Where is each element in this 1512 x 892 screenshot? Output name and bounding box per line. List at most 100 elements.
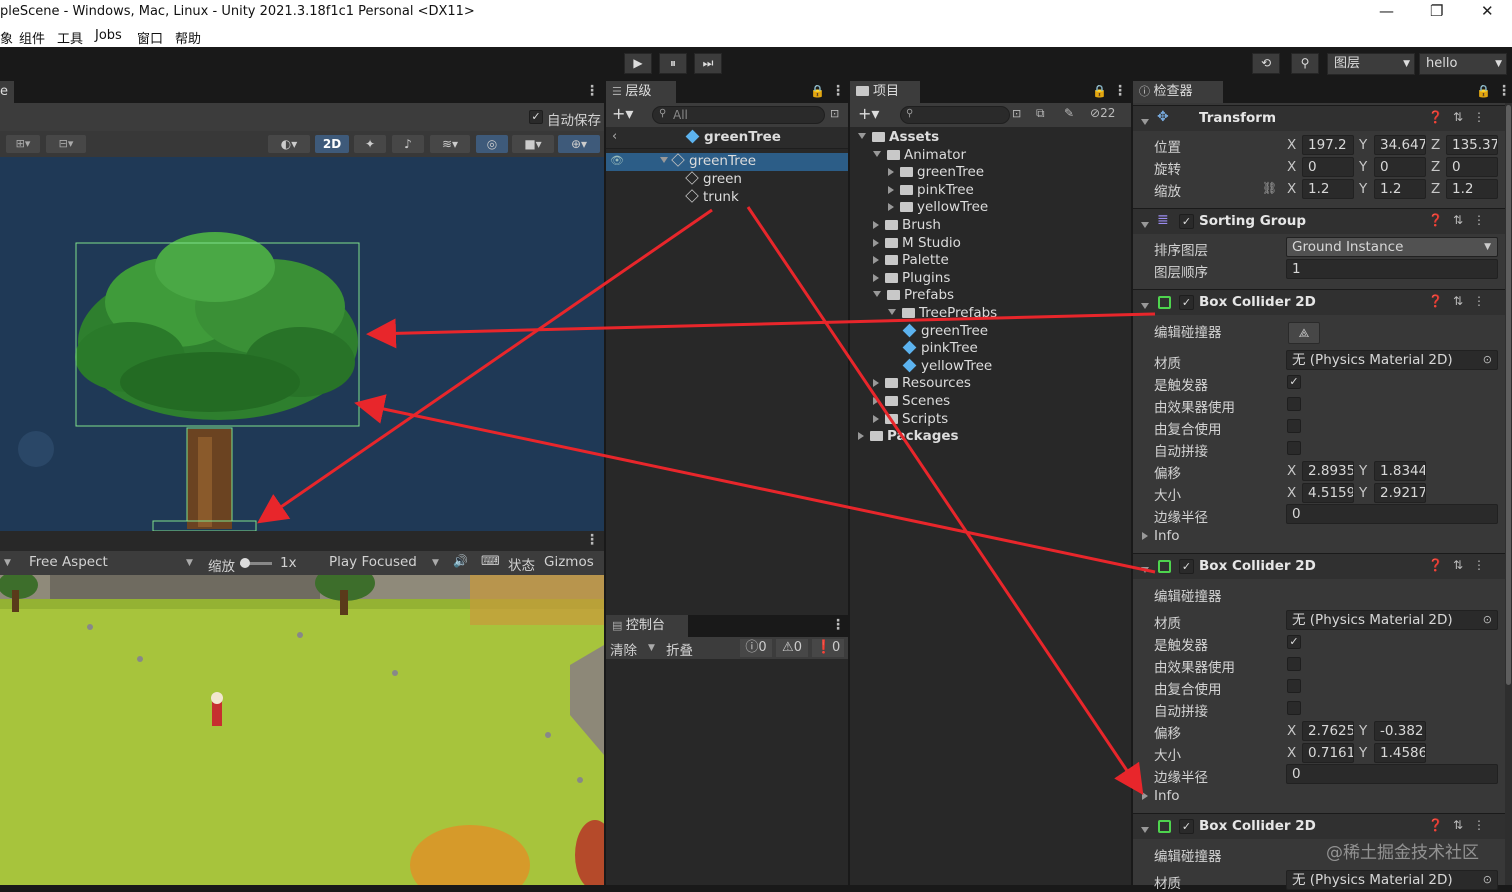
project-item[interactable]: Resources: [873, 375, 971, 391]
warning-filter[interactable]: ⚠0: [776, 639, 808, 657]
collapsed-icon[interactable]: [873, 256, 879, 265]
trigger-checkbox[interactable]: ✓: [1287, 635, 1301, 649]
tiling-checkbox[interactable]: [1287, 441, 1301, 455]
eye-icon[interactable]: 👁: [610, 154, 624, 167]
restore-icon[interactable]: ❐: [1430, 2, 1443, 20]
material-field[interactable]: 无 (Physics Material 2D) ⊙: [1286, 610, 1498, 630]
effector-checkbox[interactable]: [1287, 657, 1301, 671]
game-viewport[interactable]: [0, 575, 604, 885]
hierarchy-item-trunk[interactable]: trunk: [685, 189, 739, 205]
transform-header[interactable]: ✥ Transform ❓⇅⋮: [1133, 105, 1505, 131]
aspect-dropdown[interactable]: Free Aspect: [29, 554, 108, 570]
enabled-checkbox[interactable]: ✓: [1179, 295, 1194, 310]
tab-project[interactable]: 项目: [850, 81, 920, 103]
scene-viewport[interactable]: [0, 157, 604, 531]
project-item[interactable]: greenTree: [902, 323, 988, 339]
speaker-icon[interactable]: 🔊: [453, 554, 468, 568]
project-item[interactable]: Plugins: [873, 270, 950, 286]
expanded-icon[interactable]: [888, 309, 896, 315]
effects-icon[interactable]: ≋▾: [430, 135, 470, 153]
more-icon[interactable]: ⋮: [585, 83, 599, 99]
hierarchy-search-input[interactable]: ⚲ All: [652, 106, 825, 124]
chevron-down-icon[interactable]: ▼: [648, 643, 655, 653]
layers-dropdown[interactable]: 图层 ▼: [1327, 53, 1415, 75]
fold-icon[interactable]: [1141, 300, 1155, 315]
expanded-icon[interactable]: [873, 291, 881, 298]
error-filter[interactable]: ❗0: [812, 639, 844, 657]
sorting-group-header[interactable]: ≣ ✓ Sorting Group ❓⇅⋮: [1133, 208, 1505, 234]
rotation-y-field[interactable]: 0: [1374, 157, 1426, 177]
fold-icon[interactable]: [1141, 824, 1155, 839]
gizmos-button[interactable]: Gizmos: [544, 554, 594, 570]
tiling-checkbox[interactable]: [1287, 701, 1301, 715]
grid-icon[interactable]: ⊟▾: [46, 135, 86, 153]
more-icon[interactable]: ⋮: [831, 617, 845, 633]
lock-icon[interactable]: 🔒: [810, 84, 825, 98]
component-icons[interactable]: ❓⇅⋮: [1428, 818, 1495, 832]
sorting-layer-dropdown[interactable]: Ground Instance ▼: [1286, 237, 1498, 257]
play-button[interactable]: ▶: [624, 53, 652, 74]
offset-x-field[interactable]: 2.7625: [1302, 721, 1354, 741]
gizmos-icon[interactable]: ⊕▾: [558, 135, 600, 153]
link-icon[interactable]: ⛓: [1262, 181, 1277, 195]
mode-2d-button[interactable]: 2D: [315, 135, 349, 153]
search-mode-icon[interactable]: ⊡: [1012, 107, 1021, 120]
close-icon[interactable]: ✕: [1481, 2, 1494, 20]
tab-console[interactable]: ▤ 控制台: [606, 615, 688, 637]
collapsed-icon[interactable]: [873, 238, 879, 247]
component-icons[interactable]: ❓⇅⋮: [1428, 110, 1495, 124]
expanded-icon[interactable]: [858, 133, 866, 139]
menu-tools[interactable]: 工具: [57, 28, 83, 47]
project-item[interactable]: TreePrefabs: [888, 305, 997, 321]
expanded-icon[interactable]: [873, 150, 881, 157]
search-icon[interactable]: ⚲: [1291, 53, 1319, 74]
more-icon[interactable]: ⋮: [1497, 83, 1511, 99]
shading-mode-icon[interactable]: ◐▾: [268, 135, 310, 153]
menu-assets[interactable]: 象: [0, 28, 13, 47]
size-x-field[interactable]: 0.7161: [1302, 743, 1354, 763]
rotation-z-field[interactable]: 0: [1446, 157, 1498, 177]
more-icon[interactable]: ⋮: [585, 532, 599, 548]
collapsed-icon[interactable]: [873, 221, 879, 229]
object-picker-icon[interactable]: ⊙: [1483, 871, 1492, 889]
tab-hierarchy[interactable]: ☰ 层级: [606, 81, 676, 103]
project-item[interactable]: pinkTree: [902, 340, 978, 356]
position-z-field[interactable]: 135.37: [1446, 135, 1498, 155]
pause-button[interactable]: ⏸: [659, 53, 687, 74]
add-button[interactable]: +▾: [612, 104, 633, 123]
scale-z-field[interactable]: 1.2: [1446, 179, 1498, 199]
layout-dropdown[interactable]: hello ▼: [1419, 53, 1507, 75]
project-item[interactable]: Brush: [873, 217, 941, 233]
grid-snap-icon[interactable]: ⊞▾: [6, 135, 40, 153]
hierarchy-row-selected[interactable]: 👁 greenTree: [606, 153, 848, 171]
offset-x-field[interactable]: 2.8935: [1302, 461, 1354, 481]
enabled-checkbox[interactable]: ✓: [1179, 559, 1194, 574]
collapsed-icon[interactable]: [888, 203, 894, 212]
back-icon[interactable]: ‹: [612, 129, 617, 144]
collapsed-icon[interactable]: [888, 168, 894, 177]
size-x-field[interactable]: 4.5159: [1302, 483, 1354, 503]
menu-component[interactable]: 组件: [19, 28, 45, 47]
chevron-down-icon[interactable]: ▼: [4, 558, 11, 568]
rotation-x-field[interactable]: 0: [1302, 157, 1354, 177]
trigger-checkbox[interactable]: ✓: [1287, 375, 1301, 389]
composite-checkbox[interactable]: [1287, 419, 1301, 433]
lighting-icon[interactable]: ✦: [354, 135, 386, 153]
project-item[interactable]: yellowTree: [888, 199, 988, 215]
fold-icon[interactable]: [1141, 116, 1155, 131]
position-y-field[interactable]: 34.647: [1374, 135, 1426, 155]
chevron-down-icon[interactable]: ▼: [432, 558, 439, 568]
fold-icon[interactable]: [1141, 219, 1155, 234]
enabled-checkbox[interactable]: ✓: [1179, 819, 1194, 834]
project-item[interactable]: Palette: [873, 252, 949, 268]
tab-inspector[interactable]: ⓘ 检查器: [1133, 81, 1223, 103]
project-item[interactable]: Animator: [873, 147, 966, 163]
project-search-input[interactable]: ⚲: [900, 106, 1010, 124]
lock-icon[interactable]: 🔒: [1092, 84, 1107, 98]
position-x-field[interactable]: 197.2: [1302, 135, 1354, 155]
prefab-root[interactable]: greenTree: [685, 129, 781, 145]
box-collider-header[interactable]: ✓ Box Collider 2D ❓⇅⋮: [1133, 813, 1505, 839]
hidden-packages[interactable]: ⊘22: [1090, 106, 1115, 120]
box-collider-header[interactable]: ✓ Box Collider 2D ❓⇅⋮: [1133, 289, 1505, 315]
autosave-checkbox[interactable]: ✓: [529, 110, 543, 124]
